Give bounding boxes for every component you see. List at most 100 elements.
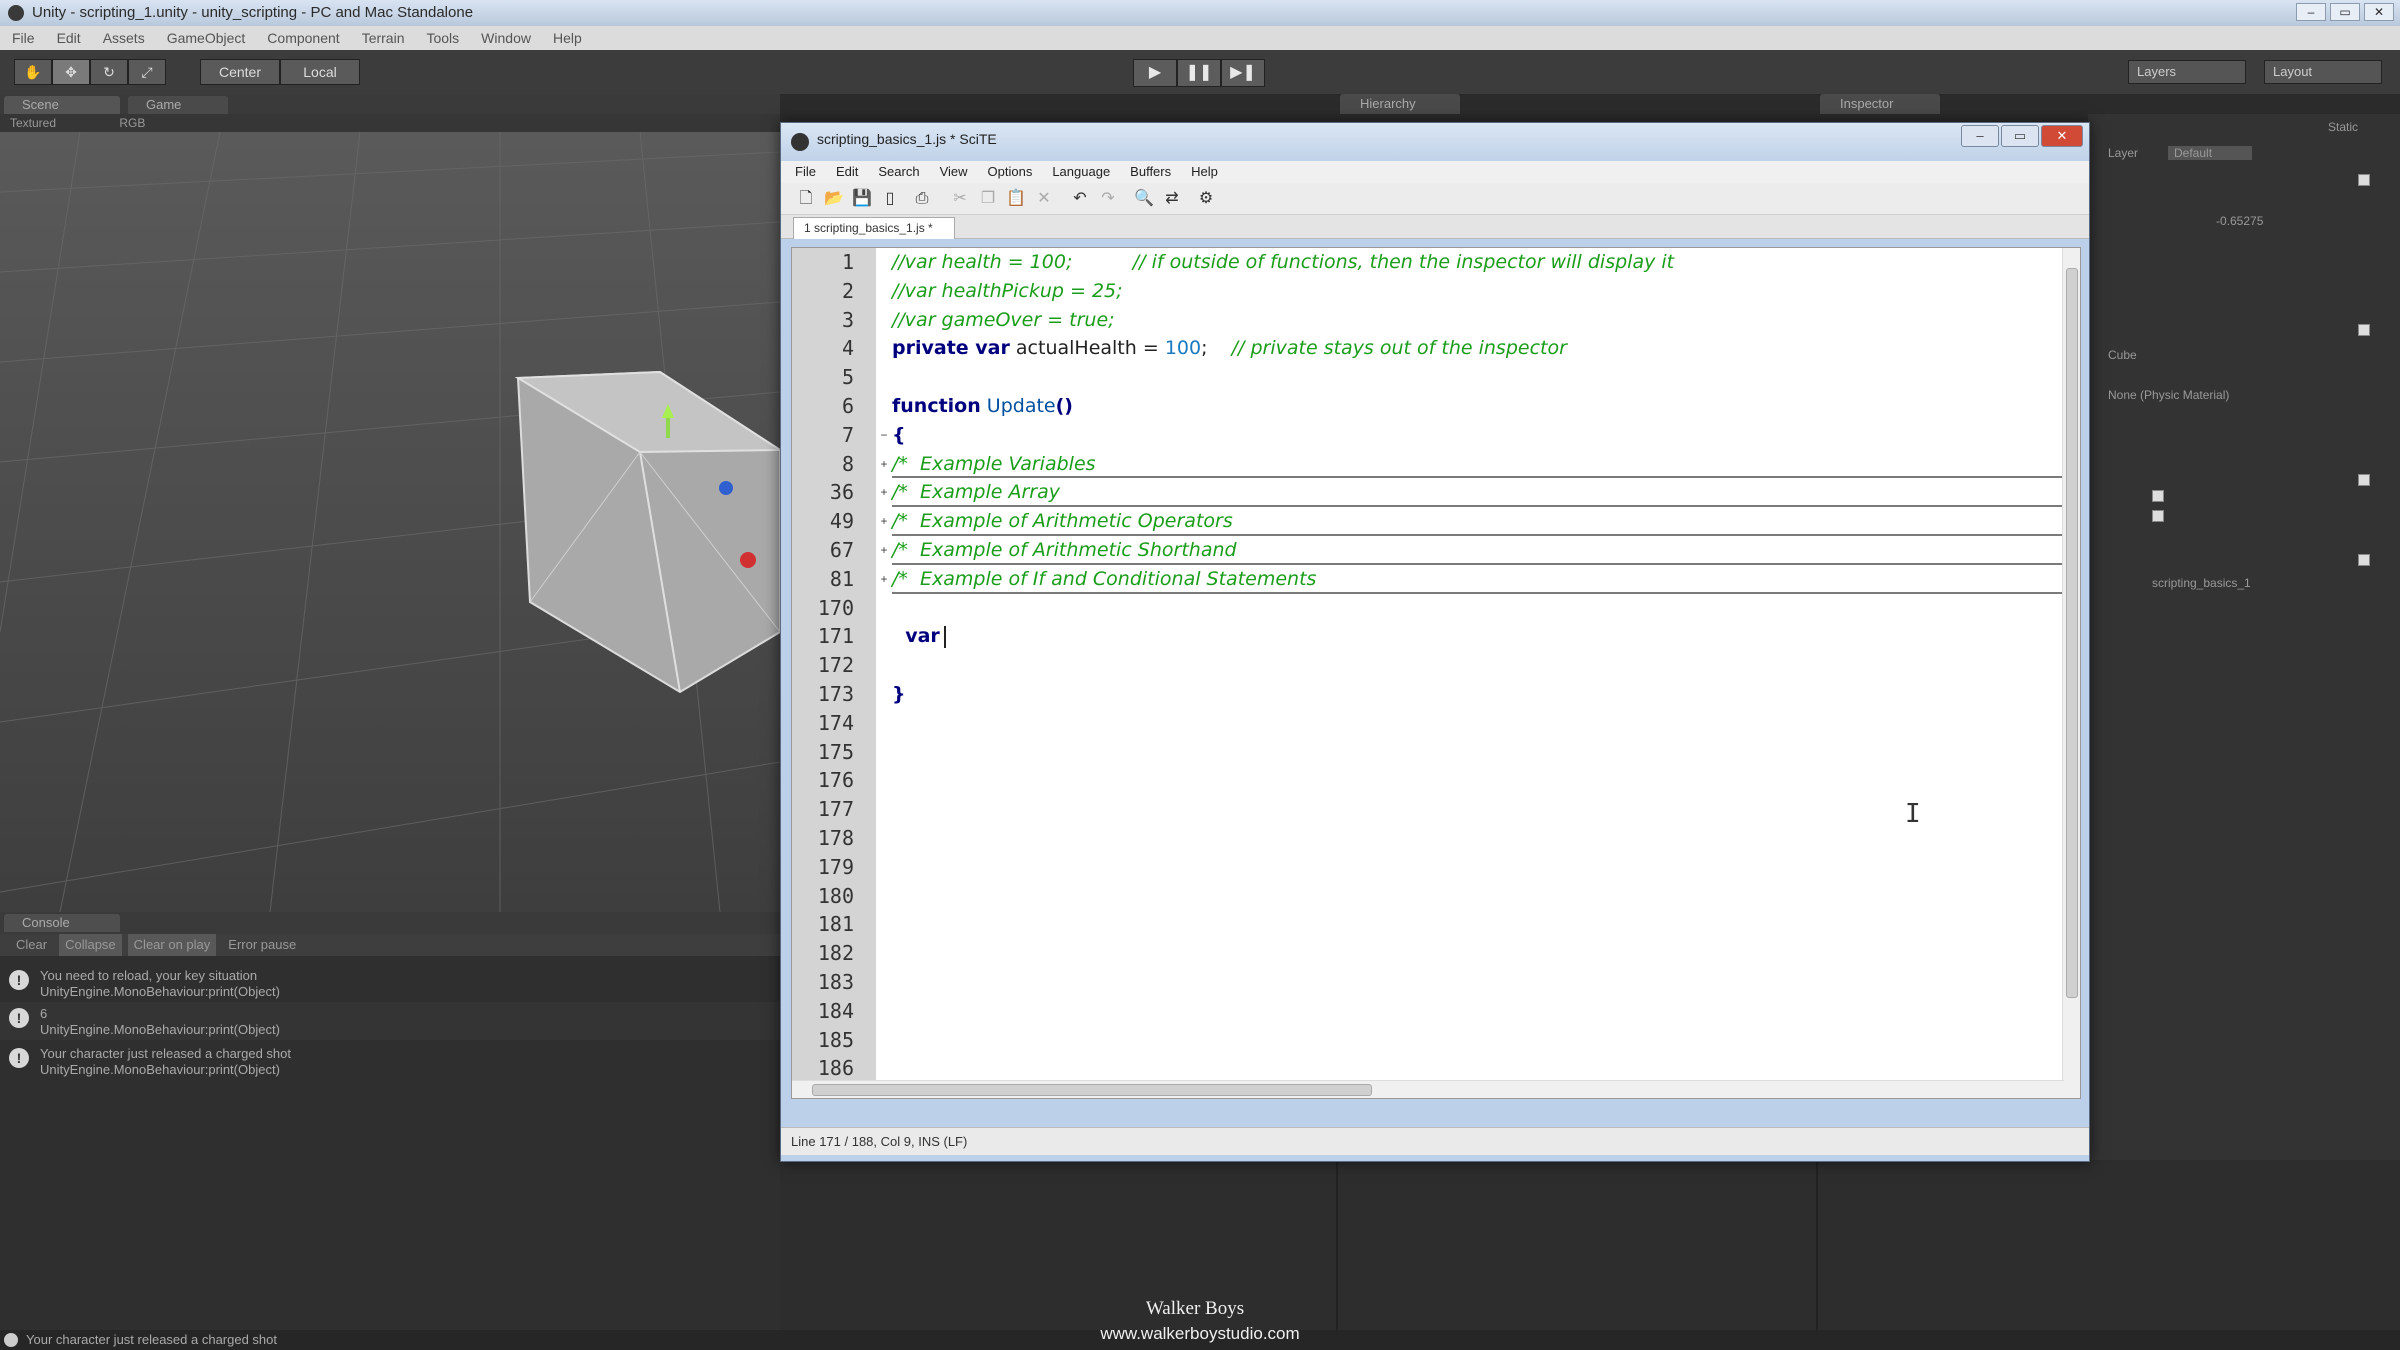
layout-dropdown[interactable]: Layout — [2264, 60, 2382, 84]
tab-hierarchy[interactable]: Hierarchy — [1340, 94, 1460, 114]
layers-dropdown[interactable]: Layers — [2128, 60, 2246, 84]
editor-menu-search[interactable]: Search — [878, 161, 919, 183]
component-toggle-checkbox[interactable] — [2358, 324, 2370, 336]
minimize-button[interactable]: – — [2296, 3, 2326, 21]
fold-marker-icon[interactable]: + — [878, 507, 890, 536]
fold-marker-icon[interactable]: + — [878, 450, 890, 479]
folded-block-arithmetic-shorthand[interactable]: /* Example of Arithmetic Shorthand — [892, 536, 2080, 565]
console-clear-button[interactable]: Clear — [10, 934, 53, 956]
rotate-tool-icon[interactable]: ↻ — [90, 59, 128, 85]
status-message[interactable]: Your character just released a charged s… — [26, 1332, 277, 1347]
fold-marker-icon[interactable]: + — [878, 478, 890, 507]
scale-tool-icon[interactable]: ⤢ — [128, 59, 166, 85]
fold-marker-icon[interactable]: + — [878, 536, 890, 565]
new-file-icon[interactable]: 🗋 — [795, 188, 817, 210]
file-tab[interactable]: 1 scripting_basics_1.js * — [793, 217, 955, 239]
folded-block-array[interactable]: /* Example Array — [892, 478, 2080, 508]
menu-help[interactable]: Help — [553, 26, 582, 50]
menu-window[interactable]: Window — [481, 26, 531, 50]
console-message[interactable]: ! Your character just released a charged… — [0, 1042, 780, 1080]
vertical-scrollbar[interactable] — [2062, 248, 2080, 1098]
tab-inspector[interactable]: Inspector — [1820, 94, 1940, 114]
editor-menu-help[interactable]: Help — [1191, 161, 1218, 183]
console-collapse-button[interactable]: Collapse — [59, 934, 122, 956]
code-editor[interactable]: 1 2 3 4 5 6 7 8 36 49 67 81 170 171 172 … — [791, 247, 2081, 1099]
menu-component[interactable]: Component — [267, 26, 339, 50]
menu-edit[interactable]: Edit — [57, 26, 81, 50]
editor-close-button[interactable]: ✕ — [2041, 125, 2083, 147]
editor-menu-language[interactable]: Language — [1052, 161, 1110, 183]
layer-dropdown[interactable]: Default — [2168, 146, 2253, 160]
menu-tools[interactable]: Tools — [426, 26, 459, 50]
save-icon[interactable]: 💾 — [851, 188, 873, 210]
code-line-7: { — [892, 423, 906, 446]
paste-icon[interactable]: 📋 — [1005, 188, 1027, 210]
editor-menu-options[interactable]: Options — [988, 161, 1033, 183]
scrollbar-thumb[interactable] — [812, 1084, 1372, 1096]
folded-block-arithmetic-operators[interactable]: /* Example of Arithmetic Operators — [892, 507, 2080, 536]
menu-terrain[interactable]: Terrain — [362, 26, 405, 50]
scrollbar-thumb[interactable] — [2066, 268, 2078, 998]
static-checkbox-label[interactable]: Static — [2328, 120, 2358, 134]
console-toolbar: Clear Collapse Clear on play Error pause — [0, 934, 780, 956]
editor-menu-edit[interactable]: Edit — [836, 161, 858, 183]
cube-mesh-label[interactable]: Cube — [2108, 348, 2137, 362]
cut-icon[interactable]: ✂ — [949, 188, 971, 210]
pivot-local-button[interactable]: Local — [280, 59, 360, 85]
folded-block-conditionals[interactable]: /* Example of If and Conditional Stateme… — [892, 565, 2080, 594]
render-mode-dropdown[interactable]: RGB — [119, 116, 145, 130]
compile-run-icon[interactable]: ⚙ — [1195, 188, 1217, 210]
pause-button[interactable]: ❚❚ — [1177, 59, 1221, 87]
console-message[interactable]: ! 6 UnityEngine.MonoBehaviour:print(Obje… — [0, 1002, 780, 1040]
horizontal-scrollbar[interactable] — [792, 1080, 2064, 1098]
fold-marker-icon[interactable]: − — [878, 421, 890, 450]
close-button[interactable]: ✕ — [2364, 3, 2394, 21]
delete-icon[interactable]: ✕ — [1033, 188, 1055, 210]
step-button[interactable]: ▶❚ — [1221, 59, 1265, 87]
console-error-pause-button[interactable]: Error pause — [222, 934, 302, 956]
redo-icon[interactable]: ↷ — [1097, 188, 1119, 210]
editor-menu-buffers[interactable]: Buffers — [1130, 161, 1171, 183]
line-number: 6 — [841, 394, 854, 418]
line-number: 179 — [817, 854, 854, 879]
menu-gameobject[interactable]: GameObject — [167, 26, 246, 50]
open-folder-icon[interactable]: 📂 — [823, 188, 845, 210]
editor-menu-file[interactable]: File — [795, 161, 816, 183]
editor-maximize-button[interactable]: ▭ — [2001, 125, 2039, 147]
component-toggle-checkbox[interactable] — [2358, 174, 2370, 186]
component-toggle-checkbox[interactable] — [2358, 474, 2370, 486]
copy-icon[interactable]: ❐ — [977, 188, 999, 210]
code-line-6: function Update() — [892, 392, 1073, 421]
editor-menu-view[interactable]: View — [940, 161, 968, 183]
maximize-button[interactable]: ▭ — [2330, 3, 2360, 21]
console-clear-on-play-button[interactable]: Clear on play — [127, 934, 217, 956]
tab-console[interactable]: Console — [4, 914, 120, 932]
scene-viewport[interactable] — [0, 132, 780, 912]
tab-scene[interactable]: Scene — [4, 96, 120, 114]
print-icon[interactable]: ⎙ — [911, 188, 933, 210]
component-toggle-checkbox[interactable] — [2358, 554, 2370, 566]
editor-minimize-button[interactable]: – — [1961, 125, 1999, 147]
find-icon[interactable]: 🔍 — [1133, 188, 1155, 210]
line-number: 8 — [841, 451, 854, 476]
close-file-icon[interactable]: ▯ — [879, 188, 901, 210]
fold-marker-icon[interactable]: + — [878, 565, 890, 594]
shading-mode-dropdown[interactable]: Textured — [10, 116, 56, 130]
transform-tools: ✋ ✥ ↻ ⤢ — [14, 59, 166, 85]
option-checkbox[interactable] — [2152, 490, 2164, 502]
menu-assets[interactable]: Assets — [103, 26, 145, 50]
pivot-center-button[interactable]: Center — [200, 59, 280, 85]
move-tool-icon[interactable]: ✥ — [52, 59, 90, 85]
undo-icon[interactable]: ↶ — [1069, 188, 1091, 210]
replace-icon[interactable]: ⇄ — [1161, 188, 1183, 210]
play-button[interactable]: ▶ — [1133, 59, 1177, 87]
tab-game[interactable]: Game — [128, 96, 228, 114]
folded-block-variables[interactable]: /* Example Variables — [892, 450, 2080, 479]
script-field[interactable]: scripting_basics_1 — [2152, 576, 2251, 590]
transform-value[interactable]: -0.65275 — [2216, 214, 2263, 228]
console-message[interactable]: ! You need to reload, your key situation… — [0, 964, 780, 1002]
menu-file[interactable]: File — [12, 26, 35, 50]
physic-material-field[interactable]: None (Physic Material) — [2108, 388, 2229, 402]
option-checkbox[interactable] — [2152, 510, 2164, 522]
hand-tool-icon[interactable]: ✋ — [14, 59, 52, 85]
